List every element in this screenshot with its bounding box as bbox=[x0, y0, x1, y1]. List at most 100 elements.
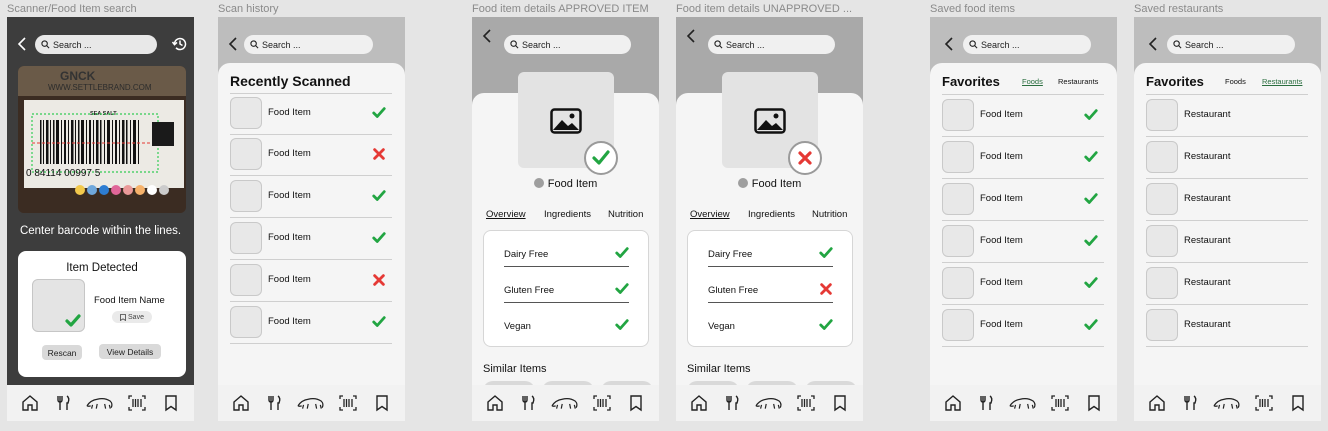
list-item[interactable]: Food Item bbox=[230, 94, 392, 135]
search-input[interactable] bbox=[522, 39, 619, 50]
list-item[interactable]: Restaurant bbox=[1146, 306, 1308, 347]
search-bar[interactable] bbox=[504, 35, 631, 54]
item-detected-title: Item Detected bbox=[66, 262, 138, 274]
nav-saved[interactable] bbox=[370, 392, 394, 414]
list-item[interactable]: Food Item bbox=[942, 222, 1104, 263]
nav-restaurants[interactable] bbox=[263, 392, 287, 414]
nav-saved[interactable] bbox=[1082, 392, 1106, 414]
attribute-row: Gluten Free bbox=[708, 277, 833, 303]
back-arrow-icon[interactable] bbox=[944, 37, 954, 51]
list-item[interactable]: Restaurant bbox=[1146, 96, 1308, 137]
nav-scan[interactable] bbox=[794, 392, 818, 414]
nav-scan[interactable] bbox=[1048, 392, 1072, 414]
nav-restaurants[interactable] bbox=[1179, 392, 1203, 414]
nav-restaurants[interactable] bbox=[52, 392, 76, 414]
nav-home[interactable] bbox=[687, 392, 711, 414]
food-item-title: Food Item bbox=[472, 178, 659, 190]
tab-overview[interactable]: Overview bbox=[690, 209, 730, 220]
search-bar[interactable] bbox=[35, 35, 157, 54]
nav-saved[interactable] bbox=[624, 392, 648, 414]
back-arrow-icon[interactable] bbox=[1148, 37, 1158, 51]
restaurant-icon bbox=[267, 395, 281, 410]
search-bar[interactable] bbox=[1167, 35, 1295, 54]
tab-foods[interactable]: Foods bbox=[1022, 77, 1043, 86]
nav-scan[interactable] bbox=[336, 392, 360, 414]
nav-restaurants[interactable] bbox=[721, 392, 745, 414]
back-arrow-icon[interactable] bbox=[17, 37, 27, 51]
tab-overview[interactable]: Overview bbox=[486, 209, 526, 220]
scanner-screen: GNCK WWW.SETTLEBRAND.COM SEA SALT bbox=[7, 17, 194, 421]
barcode-scan-icon bbox=[1255, 395, 1273, 411]
nav-scan[interactable] bbox=[125, 392, 149, 414]
restaurant-label: Restaurant bbox=[1184, 319, 1231, 330]
search-input[interactable] bbox=[981, 39, 1079, 50]
list-item[interactable]: Restaurant bbox=[1146, 222, 1308, 263]
barcode-scan-icon bbox=[128, 395, 146, 411]
rescan-button[interactable]: Rescan bbox=[42, 345, 82, 360]
nav-saved[interactable] bbox=[1286, 392, 1310, 414]
camera-viewfinder[interactable]: GNCK WWW.SETTLEBRAND.COM SEA SALT 0 8411… bbox=[18, 66, 186, 213]
nav-anteater[interactable] bbox=[85, 392, 115, 414]
list-item[interactable]: Food Item bbox=[942, 180, 1104, 221]
nav-home[interactable] bbox=[1145, 392, 1169, 414]
history-icon[interactable] bbox=[171, 35, 189, 53]
item-thumbnail bbox=[942, 99, 974, 131]
list-item[interactable]: Restaurant bbox=[1146, 264, 1308, 305]
nav-anteater[interactable] bbox=[1008, 392, 1038, 414]
tab-foods[interactable]: Foods bbox=[1225, 77, 1246, 86]
nav-scan[interactable] bbox=[1252, 392, 1276, 414]
search-input[interactable] bbox=[726, 39, 823, 50]
nav-anteater[interactable] bbox=[754, 392, 784, 414]
back-arrow-icon[interactable] bbox=[482, 29, 492, 43]
nav-anteater[interactable] bbox=[296, 392, 326, 414]
view-details-button[interactable]: View Details bbox=[99, 344, 161, 359]
tab-nutrition[interactable]: Nutrition bbox=[812, 209, 847, 220]
divider bbox=[1146, 94, 1308, 95]
tab-ingredients[interactable]: Ingredients bbox=[544, 209, 591, 220]
bookmark-icon bbox=[1292, 395, 1304, 412]
save-button[interactable]: Save bbox=[112, 311, 152, 323]
nav-restaurants[interactable] bbox=[517, 392, 541, 414]
tab-restaurants[interactable]: Restaurants bbox=[1262, 77, 1302, 86]
bookmark-icon[interactable] bbox=[533, 178, 544, 188]
search-input[interactable] bbox=[53, 39, 146, 50]
tab-ingredients[interactable]: Ingredients bbox=[748, 209, 795, 220]
search-bar[interactable] bbox=[963, 35, 1091, 54]
list-item[interactable]: Food Item bbox=[942, 138, 1104, 179]
anteater-icon bbox=[1009, 398, 1037, 409]
list-item[interactable]: Food Item bbox=[230, 135, 392, 176]
list-item[interactable]: Food Item bbox=[230, 303, 392, 344]
search-input[interactable] bbox=[262, 39, 361, 50]
search-bar[interactable] bbox=[244, 35, 373, 54]
nav-home[interactable] bbox=[941, 392, 965, 414]
nav-anteater[interactable] bbox=[1212, 392, 1242, 414]
list-item[interactable]: Food Item bbox=[230, 261, 392, 302]
list-item[interactable]: Food Item bbox=[230, 219, 392, 260]
nav-anteater[interactable] bbox=[550, 392, 580, 414]
list-item[interactable]: Food Item bbox=[942, 96, 1104, 137]
list-item[interactable]: Restaurant bbox=[1146, 138, 1308, 179]
nav-home[interactable] bbox=[18, 392, 42, 414]
search-bar[interactable] bbox=[708, 35, 835, 54]
approved-check-icon bbox=[1084, 277, 1098, 288]
list-item[interactable]: Food Item bbox=[942, 264, 1104, 305]
list-item[interactable]: Restaurant bbox=[1146, 180, 1308, 221]
nav-saved[interactable] bbox=[159, 392, 183, 414]
back-arrow-icon[interactable] bbox=[228, 37, 238, 51]
divider bbox=[942, 94, 1104, 95]
nav-scan[interactable] bbox=[590, 392, 614, 414]
item-label: Food Item bbox=[980, 277, 1023, 288]
list-item[interactable]: Food Item bbox=[230, 177, 392, 218]
tab-nutrition[interactable]: Nutrition bbox=[608, 209, 643, 220]
nav-home[interactable] bbox=[229, 392, 253, 414]
nav-saved[interactable] bbox=[828, 392, 852, 414]
list-item[interactable]: Food Item bbox=[942, 306, 1104, 347]
nav-home[interactable] bbox=[483, 392, 507, 414]
item-thumbnail bbox=[942, 225, 974, 257]
nav-restaurants[interactable] bbox=[975, 392, 999, 414]
tab-restaurants[interactable]: Restaurants bbox=[1058, 77, 1098, 86]
bookmark-icon[interactable] bbox=[737, 178, 748, 188]
search-input[interactable] bbox=[1185, 39, 1283, 50]
attribute-row: Vegan bbox=[504, 313, 629, 339]
back-arrow-icon[interactable] bbox=[686, 29, 696, 43]
